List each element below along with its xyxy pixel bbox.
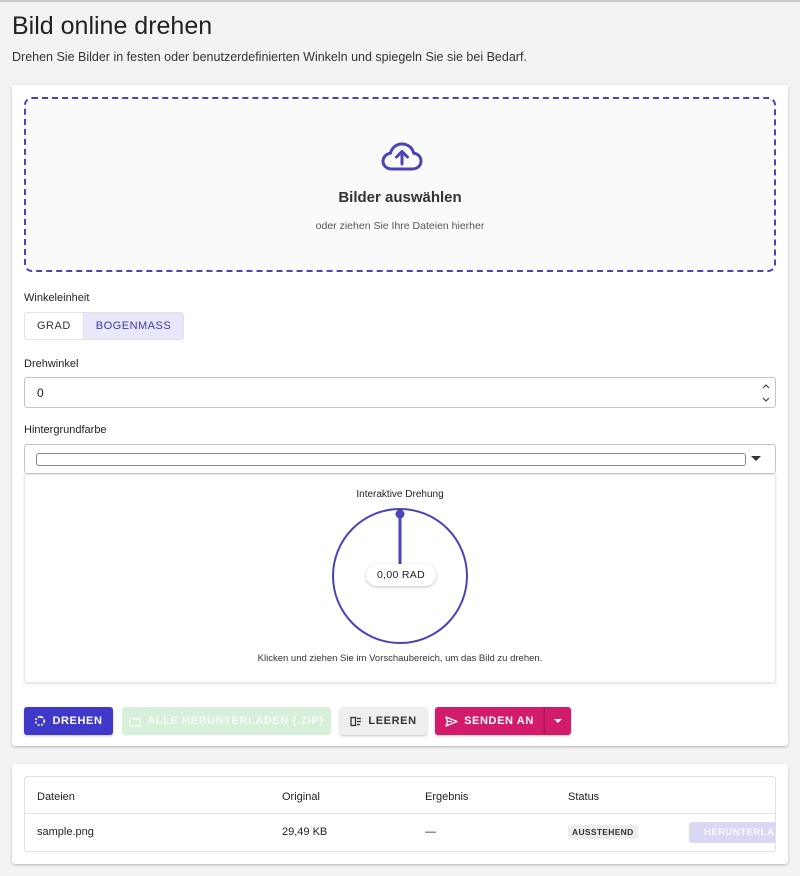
chevron-down-icon[interactable] — [762, 397, 770, 403]
color-swatch — [36, 453, 746, 466]
dropzone-title: Bilder auswählen — [338, 189, 462, 206]
angle-unit-degree[interactable]: GRAD — [25, 313, 83, 339]
background-color-select[interactable] — [24, 444, 776, 474]
rotate-icon — [35, 715, 46, 727]
rotation-angle-input[interactable]: 0 — [24, 377, 776, 408]
rotation-angle-value: 0 — [37, 386, 44, 400]
table-divider — [25, 813, 775, 814]
column-header-result: Ergebnis — [425, 791, 469, 803]
rotate-tool-card: Bilder auswählen oder ziehen Sie Ihre Da… — [12, 85, 788, 746]
interactive-rotation-hint: Klicken und ziehen Sie im Vorschaubereic… — [257, 653, 543, 664]
column-header-files: Dateien — [37, 791, 75, 803]
files-table: Dateien Original Ergebnis Status sample.… — [24, 776, 776, 852]
row-download-button[interactable]: HERUNTERLADEN — [689, 822, 775, 843]
send-to-menu-button[interactable] — [544, 707, 571, 735]
file-original-size: 29,49 KB — [282, 826, 328, 838]
angle-unit-label: Winkeleinheit — [24, 292, 90, 304]
rotation-angle-label: Drehwinkel — [24, 358, 79, 370]
dropdown-caret-icon — [751, 456, 761, 461]
column-header-status: Status — [568, 791, 600, 803]
angle-unit-radian[interactable]: BOGENMASS — [82, 313, 184, 339]
file-dropzone[interactable]: Bilder auswählen oder ziehen Sie Ihre Da… — [24, 97, 776, 272]
clear-button-label: LEEREN — [368, 715, 417, 727]
dial-handle[interactable] — [395, 509, 405, 519]
page-title: Bild online drehen — [12, 12, 213, 40]
column-header-original: Original — [282, 791, 320, 803]
file-result-size: — — [425, 826, 436, 838]
interactive-rotation-panel[interactable]: Interaktive Drehung 0,00 RAD Klicken und… — [24, 474, 776, 683]
chevron-up-icon[interactable] — [762, 383, 770, 389]
background-color-label: Hintergrundfarbe — [24, 424, 107, 436]
row-download-label: HERUNTERLADEN — [704, 827, 775, 838]
download-all-zip-button[interactable]: ALLE HERUNTERLADEN (.ZIP) — [122, 707, 331, 735]
download-all-zip-label: ALLE HERUNTERLADEN (.ZIP) — [147, 715, 324, 727]
send-to-label: SENDEN AN — [464, 715, 534, 727]
interactive-rotation-title: Interaktive Drehung — [356, 489, 444, 500]
files-card: Dateien Original Ergebnis Status sample.… — [12, 764, 788, 864]
rotation-readout: 0,00 RAD — [366, 564, 436, 586]
dropzone-hint: oder ziehen Sie Ihre Dateien hierher — [315, 220, 485, 232]
top-divider — [0, 0, 800, 2]
rotate-button[interactable]: DREHEN — [24, 707, 113, 735]
status-badge: AUSSTEHEND — [568, 825, 638, 839]
chevron-down-icon — [554, 719, 562, 723]
folder-icon — [129, 716, 142, 727]
send-icon — [445, 715, 458, 727]
send-to-button[interactable]: SENDEN AN — [435, 707, 544, 735]
angle-unit-toggle: GRAD BOGENMASS — [24, 312, 185, 340]
angle-spinner[interactable] — [761, 380, 771, 405]
file-name: sample.png — [37, 826, 94, 838]
clear-list-icon — [350, 716, 362, 726]
cloud-upload-icon — [381, 142, 423, 171]
page-subtitle: Drehen Sie Bilder in festen oder benutze… — [12, 50, 527, 64]
rotate-button-label: DREHEN — [52, 715, 103, 727]
clear-button[interactable]: LEEREN — [340, 707, 427, 735]
